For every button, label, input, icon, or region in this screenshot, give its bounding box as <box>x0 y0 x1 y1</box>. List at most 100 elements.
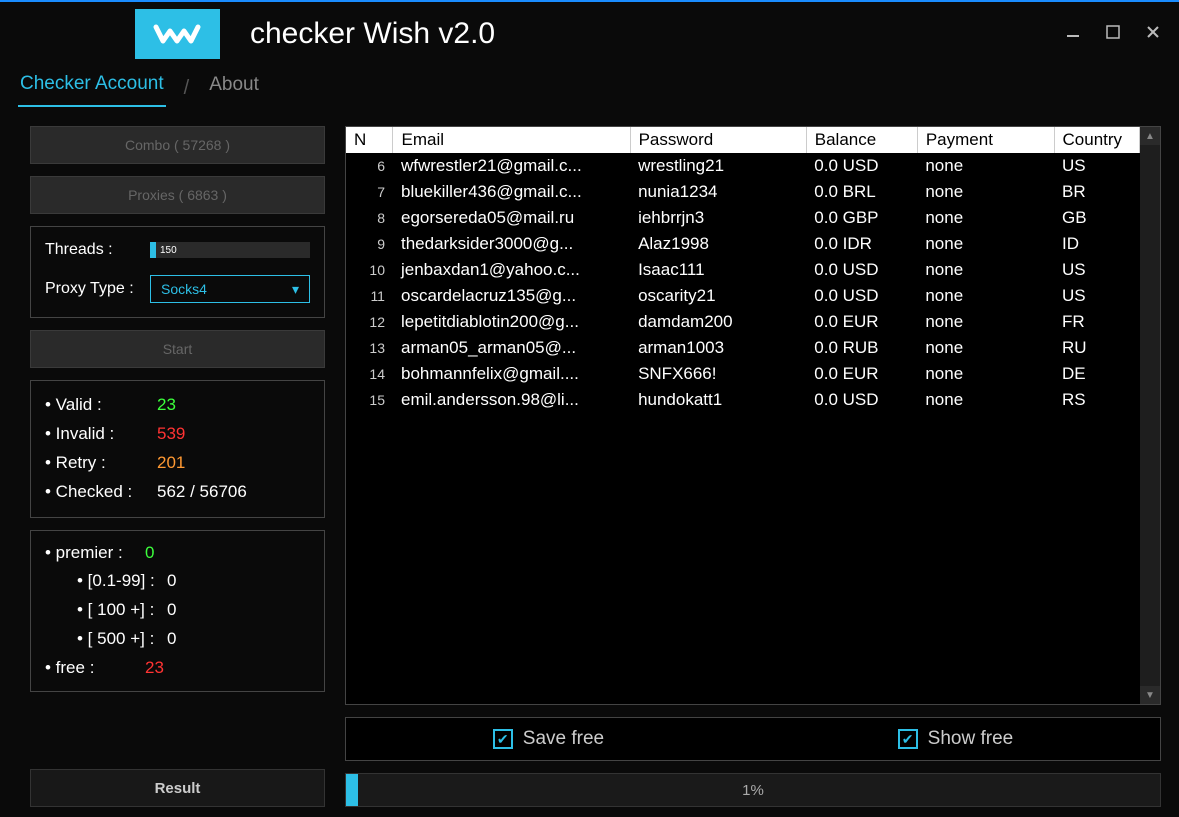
combo-button[interactable]: Combo ( 57268 ) <box>30 126 325 164</box>
cell-email: egorsereda05@mail.ru <box>393 205 630 231</box>
table-row[interactable]: 7bluekiller436@gmail.c...nunia12340.0 BR… <box>346 179 1140 205</box>
retry-value: 201 <box>157 449 185 478</box>
cell-payment: none <box>917 387 1054 413</box>
result-button[interactable]: Result <box>30 769 325 807</box>
save-free-label: Save free <box>523 728 604 750</box>
retry-label: • Retry : <box>45 449 157 478</box>
scroll-down-icon[interactable]: ▼ <box>1140 686 1160 704</box>
cell-n: 11 <box>346 283 393 309</box>
premier-label: • premier : <box>45 539 145 568</box>
range1-value: 0 <box>167 567 176 596</box>
range3-value: 0 <box>167 625 176 654</box>
cell-email: thedarksider3000@g... <box>393 231 630 257</box>
cell-country: GB <box>1054 205 1139 231</box>
start-button[interactable]: Start <box>30 330 325 368</box>
range2-value: 0 <box>167 596 176 625</box>
table-row[interactable]: 11oscardelacruz135@g...oscarity210.0 USD… <box>346 283 1140 309</box>
proxies-button[interactable]: Proxies ( 6863 ) <box>30 176 325 214</box>
cell-n: 12 <box>346 309 393 335</box>
cell-country: FR <box>1054 309 1139 335</box>
cell-country: RU <box>1054 335 1139 361</box>
cell-email: jenbaxdan1@yahoo.c... <box>393 257 630 283</box>
app-window: checker Wish v2.0 Checker Account / Abou… <box>0 0 1179 817</box>
close-button[interactable] <box>1145 24 1161 40</box>
wish-logo-icon <box>153 19 203 49</box>
cell-country: DE <box>1054 361 1139 387</box>
cell-country: US <box>1054 153 1139 179</box>
header-password[interactable]: Password <box>630 127 806 153</box>
check-icon: ✔ <box>493 729 513 749</box>
cell-n: 15 <box>346 387 393 413</box>
cell-password: hundokatt1 <box>630 387 806 413</box>
cell-country: RS <box>1054 387 1139 413</box>
table-row[interactable]: 14bohmannfelix@gmail....SNFX666!0.0 EURn… <box>346 361 1140 387</box>
cell-payment: none <box>917 309 1054 335</box>
cell-payment: none <box>917 231 1054 257</box>
cell-balance: 0.0 USD <box>806 283 917 309</box>
table-scrollbar[interactable]: ▲ ▼ <box>1140 127 1160 704</box>
range2-label: • [ 100 +] : <box>77 596 167 625</box>
window-controls <box>1065 24 1161 40</box>
cell-balance: 0.0 RUB <box>806 335 917 361</box>
tab-about[interactable]: About <box>207 70 261 106</box>
cell-balance: 0.0 BRL <box>806 179 917 205</box>
proxy-type-value: Socks4 <box>161 281 207 297</box>
cell-country: US <box>1054 257 1139 283</box>
table-row[interactable]: 10jenbaxdan1@yahoo.c...Isaac1110.0 USDno… <box>346 257 1140 283</box>
cell-n: 14 <box>346 361 393 387</box>
proxy-type-label: Proxy Type : <box>45 280 140 298</box>
invalid-value: 539 <box>157 420 185 449</box>
save-free-checkbox[interactable]: ✔ Save free <box>493 728 604 750</box>
table-row[interactable]: 8egorsereda05@mail.ruiehbrrjn30.0 GBPnon… <box>346 205 1140 231</box>
header-payment[interactable]: Payment <box>917 127 1054 153</box>
header-email[interactable]: Email <box>393 127 630 153</box>
table-row[interactable]: 15emil.andersson.98@li...hundokatt10.0 U… <box>346 387 1140 413</box>
maximize-button[interactable] <box>1105 24 1121 40</box>
table-row[interactable]: 12lepetitdiablotin200@g...damdam2000.0 E… <box>346 309 1140 335</box>
cell-email: wfwrestler21@gmail.c... <box>393 153 630 179</box>
wish-logo <box>135 9 220 59</box>
cell-payment: none <box>917 205 1054 231</box>
tab-checker-account[interactable]: Checker Account <box>18 69 166 107</box>
cell-payment: none <box>917 335 1054 361</box>
tab-separator: / <box>184 77 190 100</box>
progress-bar: 1% <box>345 773 1161 807</box>
minimize-button[interactable] <box>1065 24 1081 40</box>
cell-n: 7 <box>346 179 393 205</box>
cell-balance: 0.0 USD <box>806 153 917 179</box>
proxy-type-dropdown[interactable]: Socks4 ▾ <box>150 275 310 303</box>
cell-payment: none <box>917 179 1054 205</box>
cell-n: 6 <box>346 153 393 179</box>
results-table: N Email Password Balance Payment Country… <box>346 127 1140 413</box>
cell-email: lepetitdiablotin200@g... <box>393 309 630 335</box>
table-row[interactable]: 6wfwrestler21@gmail.c...wrestling210.0 U… <box>346 153 1140 179</box>
threads-slider[interactable]: 150 <box>150 242 310 258</box>
premier-value: 0 <box>145 539 154 568</box>
checked-value: 562 / 56706 <box>157 478 247 507</box>
cell-n: 9 <box>346 231 393 257</box>
header-n[interactable]: N <box>346 127 393 153</box>
app-title: checker Wish v2.0 <box>250 17 495 51</box>
cell-password: oscarity21 <box>630 283 806 309</box>
cell-balance: 0.0 GBP <box>806 205 917 231</box>
free-label: • free : <box>45 654 145 683</box>
settings-panel: Threads : 150 Proxy Type : Socks4 ▾ <box>30 226 325 318</box>
table-row[interactable]: 9thedarksider3000@g...Alaz19980.0 IDRnon… <box>346 231 1140 257</box>
progress-fill <box>346 774 358 806</box>
cell-payment: none <box>917 153 1054 179</box>
progress-text: 1% <box>742 782 764 799</box>
cell-payment: none <box>917 283 1054 309</box>
slider-handle[interactable] <box>150 242 156 258</box>
cell-email: arman05_arman05@... <box>393 335 630 361</box>
cell-balance: 0.0 USD <box>806 387 917 413</box>
stats-panel: • Valid :23 • Invalid :539 • Retry :201 … <box>30 380 325 518</box>
table-row[interactable]: 13arman05_arman05@...arman10030.0 RUBnon… <box>346 335 1140 361</box>
show-free-checkbox[interactable]: ✔ Show free <box>898 728 1014 750</box>
threads-label: Threads : <box>45 241 140 259</box>
cell-n: 8 <box>346 205 393 231</box>
scroll-up-icon[interactable]: ▲ <box>1140 127 1160 145</box>
premier-panel: • premier :0 • [0.1-99] :0 • [ 100 +] :0… <box>30 530 325 692</box>
header-balance[interactable]: Balance <box>806 127 917 153</box>
invalid-label: • Invalid : <box>45 420 157 449</box>
header-country[interactable]: Country <box>1054 127 1139 153</box>
